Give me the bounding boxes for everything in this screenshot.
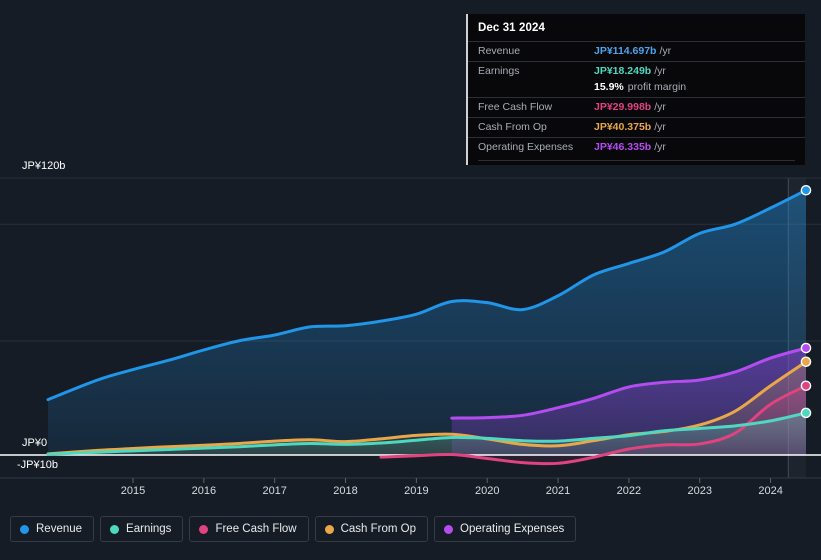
endpoint-marker-operating-expenses[interactable] <box>800 342 812 354</box>
tooltip-date: Dec 31 2024 <box>478 22 545 34</box>
y-axis-label-negative: -JP¥10b <box>17 459 58 471</box>
tooltip-row-revenue: Revenue JP¥114.697b/yr <box>468 41 805 61</box>
legend-item-earnings[interactable]: Earnings <box>100 516 184 542</box>
tooltip-label-free-cash-flow: Free Cash Flow <box>478 101 553 113</box>
tooltip-value-revenue: JP¥114.697b <box>594 45 657 57</box>
tooltip-unit-revenue: /yr <box>659 45 672 57</box>
legend-swatch-icon <box>199 524 209 534</box>
tooltip-value-earnings: JP¥18.249b <box>594 65 652 77</box>
x-axis-label-2017: 2017 <box>262 485 287 497</box>
legend-item-revenue[interactable]: Revenue <box>10 516 95 542</box>
tooltip-row-cash-from-op: Cash From Op JP¥40.375b/yr <box>468 117 805 137</box>
tooltip-value-free-cash-flow: JP¥29.998b <box>594 101 652 113</box>
x-axis-label-2018: 2018 <box>333 485 358 497</box>
tooltip-profit-margin-label: profit margin <box>627 81 687 93</box>
endpoint-marker-free-cash-flow[interactable] <box>800 380 812 392</box>
x-axis-label-2024: 2024 <box>758 485 783 497</box>
financial-chart: JP¥120b JP¥0 -JP¥10b 2015 2016 2017 2018 201… <box>0 0 821 560</box>
tooltip-unit-earnings: /yr <box>654 65 666 77</box>
y-axis-label-top: JP¥120b <box>22 160 66 172</box>
tooltip-label-cash-from-op: Cash From Op <box>478 121 547 133</box>
tooltip-row-operating-expenses: Operating Expenses JP¥46.335b/yr <box>468 137 805 157</box>
legend-label: Operating Expenses <box>460 523 565 535</box>
y-axis-label-zero: JP¥0 <box>22 437 48 449</box>
legend-swatch-icon <box>20 524 29 534</box>
endpoint-marker-earnings[interactable] <box>800 407 812 419</box>
tooltip-unit-operating-expenses: /yr <box>654 141 666 153</box>
chart-legend: Revenue Earnings Free Cash Flow Cash From O… <box>10 516 577 542</box>
legend-item-cash-from-op[interactable]: Cash From Op <box>314 516 429 542</box>
tooltip-unit-free-cash-flow: /yr <box>654 101 666 113</box>
legend-label: Revenue <box>36 523 83 535</box>
x-axis-label-2016: 2016 <box>191 485 217 497</box>
x-axis-label-2019: 2019 <box>404 485 429 497</box>
x-axis-label-2023: 2023 <box>687 485 712 497</box>
tooltip-label-revenue: Revenue <box>478 45 521 57</box>
tooltip-row-free-cash-flow: Free Cash Flow JP¥29.998b/yr <box>468 97 805 117</box>
x-axis-label-2020: 2020 <box>474 485 500 497</box>
endpoint-marker-revenue[interactable] <box>800 184 812 196</box>
endpoint-marker-cash-from-op[interactable] <box>800 356 812 368</box>
legend-swatch-icon <box>324 524 334 534</box>
tooltip-value-operating-expenses: JP¥46.335b <box>594 141 652 153</box>
legend-item-free-cash-flow[interactable]: Free Cash Flow <box>189 516 309 542</box>
legend-item-operating-expenses[interactable]: Operating Expenses <box>434 516 577 542</box>
legend-label: Earnings <box>126 523 172 535</box>
tooltip-unit-cash-from-op: /yr <box>654 121 666 133</box>
tooltip-label-operating-expenses: Operating Expenses <box>478 141 574 153</box>
x-axis-label-2015: 2015 <box>120 485 146 497</box>
tooltip-row-earnings: Earnings JP¥18.249b/yr <box>468 61 805 81</box>
x-axis-label-2021: 2021 <box>545 485 571 497</box>
tooltip-label-earnings: Earnings <box>478 65 520 77</box>
tooltip-value-cash-from-op: JP¥40.375b <box>594 121 652 133</box>
x-axis-label-2022: 2022 <box>616 485 642 497</box>
legend-swatch-icon <box>444 524 454 534</box>
hover-tooltip: Dec 31 2024 Revenue JP¥114.697b/yr Earni… <box>466 14 805 165</box>
tooltip-footer-divider <box>478 160 795 161</box>
legend-swatch-icon <box>110 524 120 534</box>
tooltip-row-profit-margin: 15.9% profit margin <box>468 81 805 97</box>
legend-label: Free Cash Flow <box>215 523 297 535</box>
legend-label: Cash From Op <box>340 523 417 535</box>
tooltip-profit-margin-value: 15.9% <box>594 81 624 93</box>
